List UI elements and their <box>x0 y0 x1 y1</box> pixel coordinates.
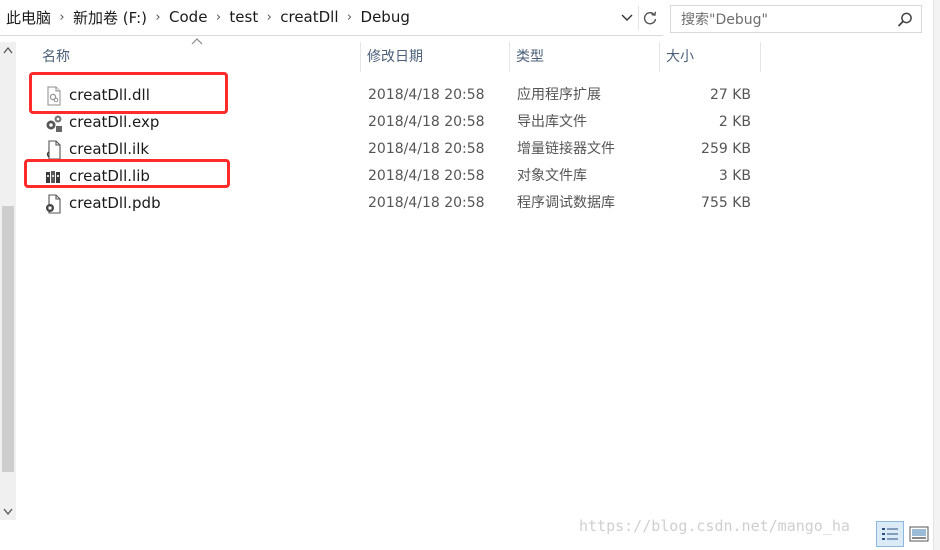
refresh-icon <box>643 11 657 25</box>
breadcrumb-this-pc[interactable]: 此电脑 <box>4 7 53 28</box>
file-type: 对象文件库 <box>517 168 587 184</box>
file-date: 2018/4/18 20:58 <box>368 168 485 184</box>
column-header-date[interactable]: 修改日期 <box>361 42 510 72</box>
annotation-highlight-box <box>24 159 230 188</box>
annotation-highlight-box <box>29 72 228 114</box>
details-view-button[interactable] <box>876 521 904 547</box>
breadcrumb: 此电脑 › 新加卷 (F:) › Code › test › creatDll … <box>4 0 412 34</box>
chevron-right-icon[interactable]: › <box>53 10 71 25</box>
column-header-type[interactable]: 类型 <box>510 42 660 72</box>
file-date: 2018/4/18 20:58 <box>368 114 485 130</box>
file-type: 程序调试数据库 <box>517 195 615 211</box>
chevron-down-icon <box>3 508 13 515</box>
watermark: https://blog.csdn.net/mango_ha <box>579 517 850 535</box>
chevron-right-icon[interactable]: › <box>260 10 278 25</box>
search-icon[interactable] <box>895 10 915 30</box>
column-header-name[interactable]: 名称 <box>36 42 361 72</box>
scroll-down-button[interactable] <box>0 502 16 520</box>
chevron-right-icon[interactable]: › <box>209 10 227 25</box>
search-input[interactable] <box>681 10 891 30</box>
file-type: 增量链接器文件 <box>517 141 615 157</box>
chevron-down-icon <box>621 14 633 21</box>
address-history-dropdown[interactable] <box>617 6 637 30</box>
search-box[interactable] <box>670 5 922 33</box>
column-headers: 名称 修改日期 类型 大小 <box>20 42 762 74</box>
scroll-up-button[interactable] <box>0 42 16 58</box>
ilk-file-icon <box>46 140 61 160</box>
chevron-right-icon[interactable]: › <box>149 10 167 25</box>
address-bar[interactable]: 此电脑 › 新加卷 (F:) › Code › test › creatDll … <box>0 0 663 36</box>
breadcrumb-code[interactable]: Code <box>167 8 209 26</box>
breadcrumb-drive[interactable]: 新加卷 (F:) <box>71 7 149 28</box>
vertical-scrollbar[interactable] <box>0 42 16 520</box>
details-view-icon <box>882 528 898 540</box>
file-row-pdb[interactable]: creatDll.pdb 2018/4/18 20:58 程序调试数据库 755… <box>20 190 762 217</box>
scrollbar-thumb[interactable] <box>2 206 14 472</box>
file-name[interactable]: creatDll.pdb <box>69 190 161 217</box>
breadcrumb-test[interactable]: test <box>227 8 260 26</box>
large-icons-view-button[interactable] <box>906 521 932 547</box>
refresh-button[interactable] <box>638 6 661 30</box>
file-date: 2018/4/18 20:58 <box>368 87 485 103</box>
file-size: 27 KB <box>709 87 751 103</box>
breadcrumb-creatdll[interactable]: creatDll <box>278 8 340 26</box>
file-date: 2018/4/18 20:58 <box>368 141 485 157</box>
large-icons-view-icon <box>909 526 929 542</box>
exp-file-icon <box>46 115 62 132</box>
pdb-file-icon <box>46 194 61 214</box>
file-date: 2018/4/18 20:58 <box>368 195 485 211</box>
file-type: 应用程序扩展 <box>517 87 601 103</box>
file-size: 755 KB <box>701 195 751 211</box>
file-size: 3 KB <box>718 168 751 184</box>
file-type: 导出库文件 <box>517 114 587 130</box>
chevron-up-icon <box>3 46 13 53</box>
breadcrumb-debug[interactable]: Debug <box>359 8 412 26</box>
column-header-size[interactable]: 大小 <box>660 42 761 72</box>
file-size: 259 KB <box>701 141 751 157</box>
window-right-edge <box>933 0 940 550</box>
chevron-right-icon[interactable]: › <box>341 10 359 25</box>
file-size: 2 KB <box>718 114 751 130</box>
